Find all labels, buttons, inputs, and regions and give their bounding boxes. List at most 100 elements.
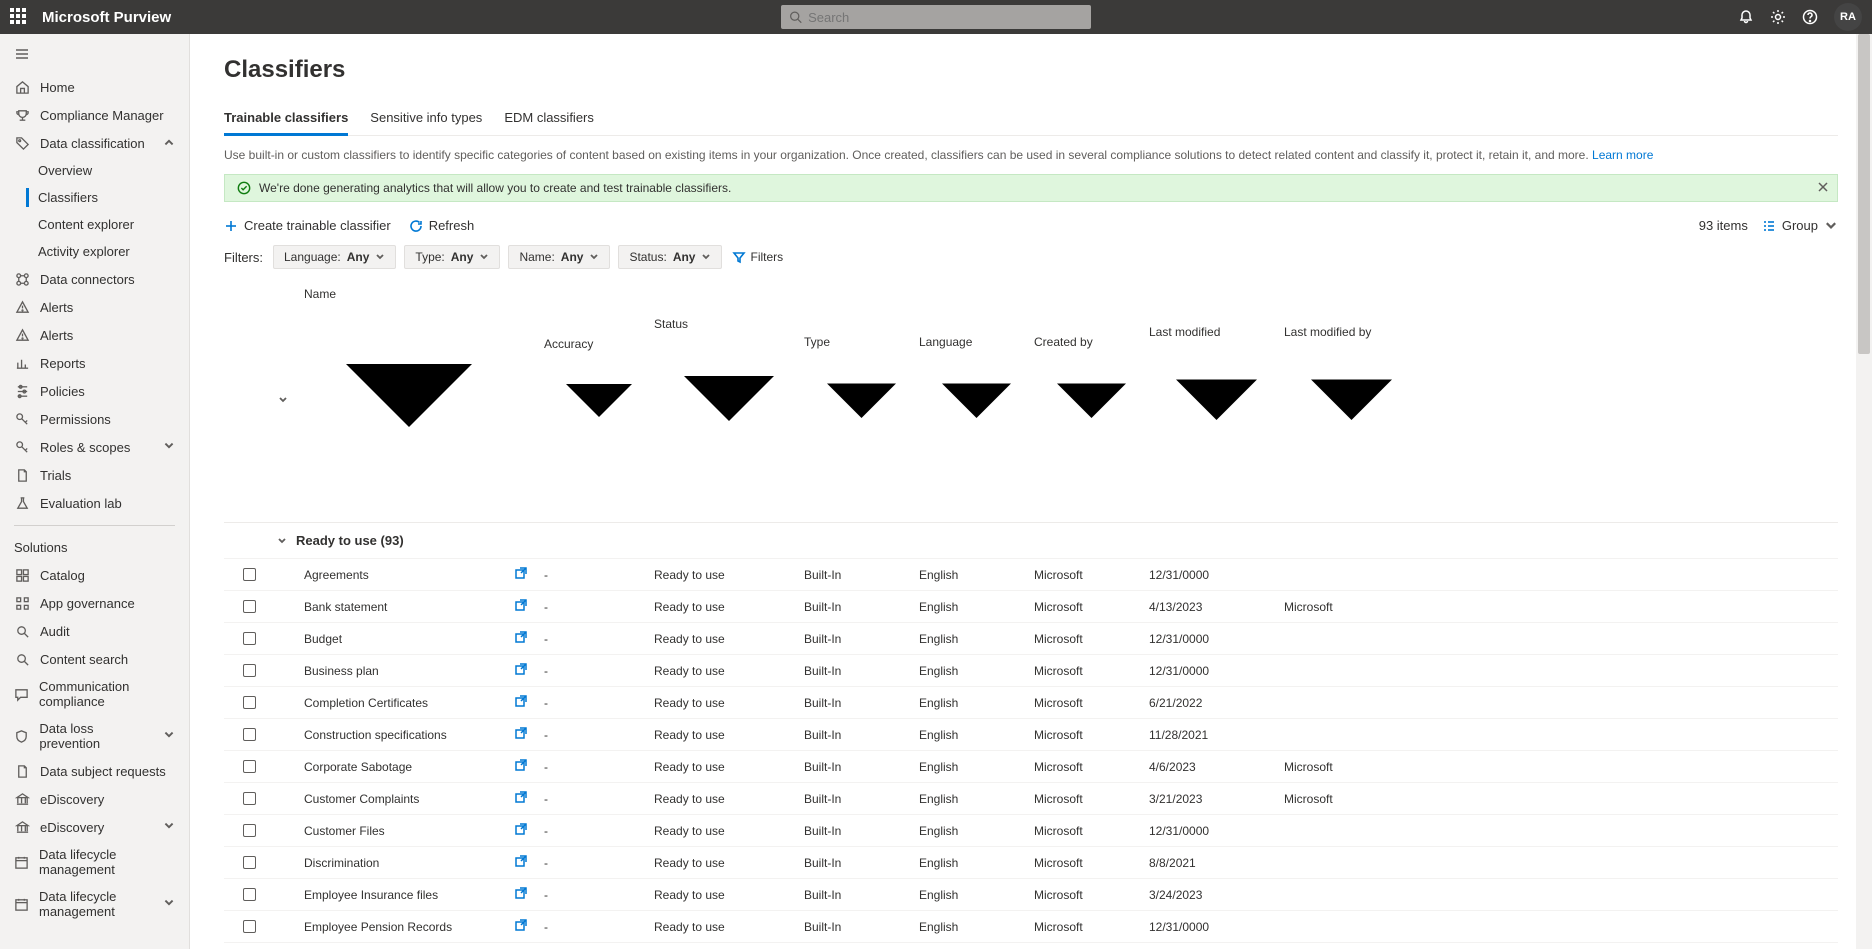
sidebar-item[interactable]: eDiscovery bbox=[0, 813, 189, 841]
column-created-by[interactable]: Created by bbox=[1034, 335, 1149, 467]
sidebar-item[interactable]: Compliance Manager bbox=[0, 101, 189, 129]
column-language[interactable]: Language bbox=[919, 335, 1034, 467]
table-row[interactable]: Business plan-Ready to useBuilt-InEnglis… bbox=[224, 655, 1838, 687]
row-checkbox[interactable] bbox=[243, 696, 256, 709]
table-row[interactable]: Customer Complaints-Ready to useBuilt-In… bbox=[224, 783, 1838, 815]
sidebar-item[interactable]: Overview bbox=[0, 157, 189, 184]
sidebar-item[interactable]: Reports bbox=[0, 349, 189, 377]
sidebar-item[interactable]: Content explorer bbox=[0, 211, 189, 238]
column-last-modified[interactable]: Last modified bbox=[1149, 325, 1284, 477]
table-row[interactable]: Budget-Ready to useBuilt-InEnglishMicros… bbox=[224, 623, 1838, 655]
sidebar-item[interactable]: Content search bbox=[0, 645, 189, 673]
scrollbar-thumb[interactable] bbox=[1858, 34, 1870, 354]
sidebar-item[interactable]: Data lifecycle management bbox=[0, 841, 189, 883]
sidebar-item[interactable]: Data lifecycle management bbox=[0, 883, 189, 925]
settings-icon[interactable] bbox=[1770, 9, 1786, 25]
sidebar-item[interactable]: Data classification bbox=[0, 129, 189, 157]
help-icon[interactable] bbox=[1802, 9, 1818, 25]
filter-pill[interactable]: Language: Any bbox=[273, 245, 396, 269]
tab[interactable]: EDM classifiers bbox=[504, 102, 594, 135]
sidebar-item[interactable]: Communication compliance bbox=[0, 673, 189, 715]
row-checkbox[interactable] bbox=[243, 888, 256, 901]
sidebar-item[interactable]: Audit bbox=[0, 617, 189, 645]
open-in-new-icon[interactable] bbox=[514, 822, 544, 839]
row-checkbox[interactable] bbox=[243, 632, 256, 645]
table-row[interactable]: Employee Stocks and Financial Bond Recor… bbox=[224, 943, 1838, 949]
group-button[interactable]: Group bbox=[1762, 218, 1838, 233]
row-checkbox[interactable] bbox=[243, 568, 256, 581]
open-in-new-icon[interactable] bbox=[514, 694, 544, 711]
sidebar-item[interactable]: Activity explorer bbox=[0, 238, 189, 265]
table-row[interactable]: Bank statement-Ready to useBuilt-InEngli… bbox=[224, 591, 1838, 623]
tab[interactable]: Sensitive info types bbox=[370, 102, 482, 135]
sidebar-item-label: Data lifecycle management bbox=[39, 889, 153, 919]
global-search[interactable] bbox=[781, 5, 1091, 29]
row-checkbox[interactable] bbox=[243, 856, 256, 869]
sidebar-item[interactable]: App governance bbox=[0, 589, 189, 617]
banner-close-button[interactable] bbox=[1817, 181, 1829, 196]
sidebar-item[interactable]: Alerts bbox=[0, 321, 189, 349]
sidebar-item[interactable]: Catalog bbox=[0, 561, 189, 589]
sidebar-item[interactable]: Policies bbox=[0, 377, 189, 405]
refresh-button[interactable]: Refresh bbox=[409, 218, 475, 233]
column-type[interactable]: Type bbox=[804, 335, 919, 467]
sidebar-item[interactable]: Data loss prevention bbox=[0, 715, 189, 757]
table-row[interactable]: Customer Files-Ready to useBuilt-InEngli… bbox=[224, 815, 1838, 847]
column-accuracy[interactable]: Accuracy bbox=[544, 337, 654, 464]
sidebar-item[interactable]: Data connectors bbox=[0, 265, 189, 293]
open-in-new-icon[interactable] bbox=[514, 854, 544, 871]
column-last-modified-by[interactable]: Last modified by bbox=[1284, 325, 1419, 477]
sidebar-item[interactable]: Evaluation lab bbox=[0, 489, 189, 517]
row-checkbox[interactable] bbox=[243, 792, 256, 805]
filter-pill[interactable]: Status: Any bbox=[618, 245, 722, 269]
filter-pill[interactable]: Name: Any bbox=[508, 245, 610, 269]
column-expand[interactable] bbox=[274, 394, 304, 408]
collapse-sidebar-button[interactable] bbox=[0, 38, 189, 73]
scrollbar[interactable] bbox=[1856, 34, 1872, 949]
open-in-new-icon[interactable] bbox=[514, 790, 544, 807]
open-in-new-icon[interactable] bbox=[514, 758, 544, 775]
table-row[interactable]: Corporate Sabotage-Ready to useBuilt-InE… bbox=[224, 751, 1838, 783]
table-row[interactable]: Employee Pension Records-Ready to useBui… bbox=[224, 911, 1838, 943]
table-row[interactable]: Construction specifications-Ready to use… bbox=[224, 719, 1838, 751]
table-row[interactable]: Agreements-Ready to useBuilt-InEnglishMi… bbox=[224, 559, 1838, 591]
sidebar-item[interactable]: eDiscovery bbox=[0, 785, 189, 813]
group-row[interactable]: Ready to use (93) bbox=[224, 523, 1838, 559]
sidebar-item[interactable]: Roles & scopes bbox=[0, 433, 189, 461]
tab-bar: Trainable classifiers Sensitive info type… bbox=[224, 102, 1838, 136]
row-checkbox[interactable] bbox=[243, 920, 256, 933]
open-in-new-icon[interactable] bbox=[514, 886, 544, 903]
open-in-new-icon[interactable] bbox=[514, 662, 544, 679]
create-classifier-button[interactable]: Create trainable classifier bbox=[224, 218, 391, 233]
open-in-new-icon[interactable] bbox=[514, 566, 544, 583]
row-checkbox[interactable] bbox=[243, 760, 256, 773]
sidebar-item[interactable]: Permissions bbox=[0, 405, 189, 433]
sidebar-item[interactable]: Data subject requests bbox=[0, 757, 189, 785]
app-launcher-icon[interactable] bbox=[10, 8, 28, 26]
sidebar-item[interactable]: Alerts bbox=[0, 293, 189, 321]
open-in-new-icon[interactable] bbox=[514, 630, 544, 647]
table-row[interactable]: Completion Certificates-Ready to useBuil… bbox=[224, 687, 1838, 719]
row-checkbox[interactable] bbox=[243, 728, 256, 741]
cell-type: Built-In bbox=[804, 728, 919, 742]
table-row[interactable]: Employee Insurance files-Ready to useBui… bbox=[224, 879, 1838, 911]
sidebar-item[interactable]: Trials bbox=[0, 461, 189, 489]
learn-more-link[interactable]: Learn more bbox=[1592, 148, 1653, 162]
filter-pill[interactable]: Type: Any bbox=[404, 245, 500, 269]
notifications-icon[interactable] bbox=[1738, 9, 1754, 25]
search-input[interactable] bbox=[808, 10, 1083, 25]
table-row[interactable]: Discrimination-Ready to useBuilt-InEngli… bbox=[224, 847, 1838, 879]
row-checkbox[interactable] bbox=[243, 600, 256, 613]
column-status[interactable]: Status bbox=[654, 317, 804, 484]
tab[interactable]: Trainable classifiers bbox=[224, 102, 348, 136]
filters-button[interactable]: Filters bbox=[732, 250, 783, 264]
open-in-new-icon[interactable] bbox=[514, 918, 544, 935]
row-checkbox[interactable] bbox=[243, 664, 256, 677]
sidebar-item[interactable]: Home bbox=[0, 73, 189, 101]
column-name[interactable]: Name bbox=[304, 287, 514, 514]
user-avatar[interactable]: RA bbox=[1834, 3, 1862, 31]
row-checkbox[interactable] bbox=[243, 824, 256, 837]
open-in-new-icon[interactable] bbox=[514, 726, 544, 743]
open-in-new-icon[interactable] bbox=[514, 598, 544, 615]
sidebar-item[interactable]: Classifiers bbox=[0, 184, 189, 211]
